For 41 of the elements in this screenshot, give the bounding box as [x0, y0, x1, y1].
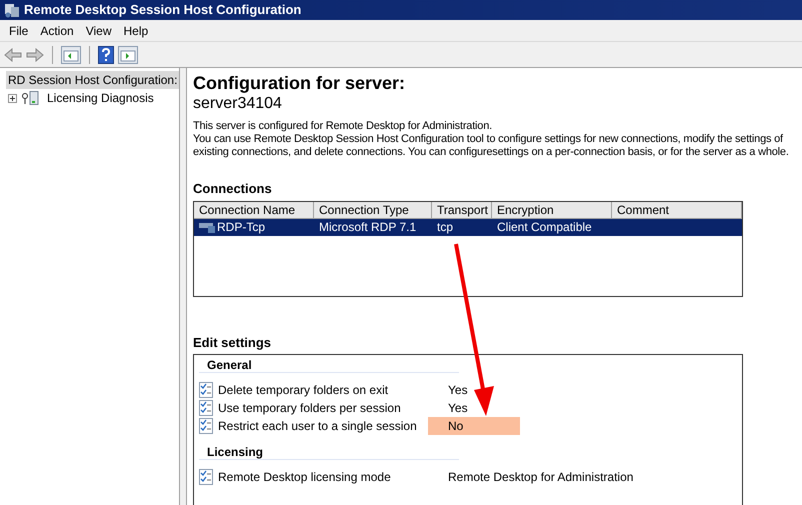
- checklist-icon: [199, 382, 213, 398]
- group-title: General: [199, 356, 459, 373]
- checklist-icon: [199, 400, 213, 416]
- table-cell-text: tcp: [437, 219, 454, 236]
- help-icon[interactable]: [98, 46, 114, 64]
- setting-label[interactable]: Remote Desktop licensing mode: [218, 468, 423, 486]
- back-icon[interactable]: [4, 48, 22, 62]
- show-hide-tree-icon[interactable]: [61, 46, 81, 64]
- connection-icon: [199, 221, 215, 233]
- app-icon: [4, 2, 20, 18]
- menu-item[interactable]: File: [4, 22, 34, 40]
- setting-label[interactable]: Delete temporary folders on exit: [218, 381, 423, 399]
- setting-value: Remote Desktop for Administration: [447, 469, 634, 486]
- description-text: This server is configured for Remote Desktop for Administration.: [193, 120, 493, 133]
- window-title: Remote Desktop Session Host Configuration: [24, 1, 302, 20]
- setting-value: No: [428, 417, 520, 435]
- setting-label[interactable]: Use temporary folders per session: [218, 399, 423, 417]
- tree-item[interactable]: RD Session Host Configuration:: [6, 71, 180, 89]
- table-cell-text: Client Compatible: [497, 219, 592, 236]
- table-cell-text: RDP-Tcp: [217, 219, 266, 236]
- expand-toggle[interactable]: [8, 94, 17, 102]
- connection-row[interactable]: RDP-Tcp Microsoft RDP 7.1 tcp Client Compatible: [194, 218, 742, 236]
- group-title: Licensing: [199, 443, 459, 460]
- forward-icon[interactable]: [26, 48, 44, 62]
- menu-item[interactable]: View: [80, 22, 116, 40]
- show-hide-action-pane-icon[interactable]: [118, 46, 138, 64]
- server-name: server34104: [193, 94, 283, 114]
- checklist-icon: [199, 469, 213, 485]
- menu-item[interactable]: Action: [35, 22, 79, 40]
- section-title: Connections: [193, 180, 273, 198]
- diagnosis-icon: [21, 91, 41, 105]
- setting-label[interactable]: Restrict each user to a single session: [218, 417, 423, 435]
- setting-value: Yes: [447, 382, 468, 399]
- page-heading: Configuration for server:: [193, 72, 406, 94]
- tree-item[interactable]: Licensing Diagnosis: [45, 89, 156, 107]
- menu-item[interactable]: Help: [118, 22, 154, 40]
- description-text: You can use Remote Desktop Session Host Configuration tool to configure settings for new connections, modify the settings of existing connections, and delete connections. You can configuresettings on a per-connection basis, or for the server as a whole.: [193, 133, 790, 159]
- table-cell-text: Microsoft RDP 7.1: [319, 219, 416, 236]
- section-title: Edit settings: [193, 334, 272, 352]
- checklist-icon: [199, 418, 213, 434]
- setting-value: Yes: [447, 400, 468, 417]
